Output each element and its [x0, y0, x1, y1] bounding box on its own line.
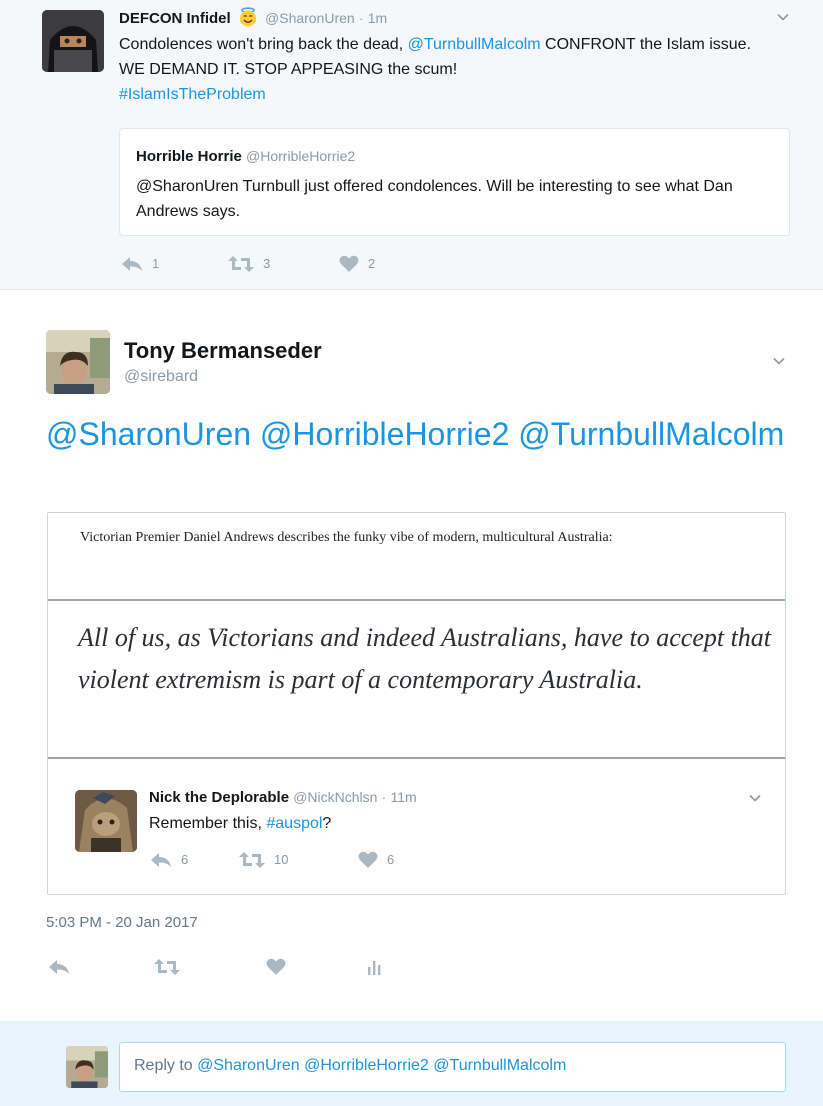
divider [48, 757, 785, 759]
quoted-tweet[interactable]: Horrible Horrie @HorribleHorrie2 @Sharon… [119, 128, 790, 236]
attached-image[interactable]: Victorian Premier Daniel Andrews describ… [47, 512, 786, 895]
like-button[interactable] [266, 958, 366, 975]
embedded-author-handle: @NickNchlsn [293, 789, 378, 805]
halo-smile-emoji-icon [238, 7, 258, 27]
chevron-down-icon[interactable] [772, 354, 786, 368]
retweet-count: 10 [274, 852, 289, 867]
image-caption: Victorian Premier Daniel Andrews describ… [80, 530, 613, 545]
reply-button[interactable]: 1 [121, 256, 228, 272]
meta-separator: · [381, 789, 387, 805]
hashtag-link[interactable]: #IslamIsTheProblem [119, 86, 266, 103]
embedded-text-start: Remember this, [149, 815, 267, 832]
hashtag-link: #auspol [266, 815, 323, 832]
embedded-tweet-text: Remember this, #auspol? [149, 813, 331, 835]
embedded-tweet-time: 11m [390, 789, 417, 805]
mention-link[interactable]: @TurnbullMalcolm [408, 36, 541, 53]
heart-icon [358, 851, 378, 868]
like-count: 6 [387, 852, 395, 867]
retweet-icon [239, 851, 265, 868]
quoted-header: Horrible Horrie @HorribleHorrie2 [136, 148, 355, 165]
author-name[interactable]: Tony Bermanseder [124, 338, 322, 364]
embedded-text-end: ? [322, 815, 332, 832]
heart-icon [339, 255, 359, 272]
reply-button[interactable] [48, 959, 154, 975]
heart-icon [266, 958, 286, 975]
embedded-tweet-header: Nick the Deplorable @NickNchlsn · 11m [149, 789, 417, 806]
reply-count: 6 [181, 852, 189, 867]
avatar[interactable] [46, 330, 110, 394]
retweet-icon [228, 255, 254, 272]
avatar[interactable] [42, 10, 104, 72]
reply-count: 1 [152, 256, 160, 271]
like-count: 2 [368, 256, 376, 271]
tweet-header: DEFCON Infidel @SharonUren · 1m [119, 7, 387, 27]
embedded-author-name: Nick the Deplorable [149, 789, 290, 806]
author-handle[interactable]: @SharonUren [265, 10, 355, 26]
tweet-actions: 1 3 2 [121, 255, 375, 272]
retweet-button[interactable]: 3 [228, 255, 339, 272]
reply-icon [122, 256, 142, 271]
divider [48, 599, 785, 601]
reply-mentions: @SharonUren @HorribleHorrie2 @TurnbullMa… [197, 1057, 567, 1074]
quoted-author-name: Horrible Horrie [136, 148, 242, 165]
tweet-actions [48, 958, 382, 975]
tweet-mentions[interactable]: @SharonUren @HorribleHorrie2 @TurnbullMa… [46, 414, 786, 454]
embedded-reply: 6 [150, 852, 239, 868]
retweet-count: 3 [263, 256, 271, 271]
reply-icon [49, 959, 69, 974]
tweet-time[interactable]: 1m [368, 10, 387, 26]
quoted-text: @SharonUren Turnbull just offered condol… [136, 178, 733, 220]
like-button[interactable]: 2 [339, 255, 375, 272]
parent-tweet[interactable]: DEFCON Infidel @SharonUren · 1m Condolen… [0, 0, 823, 290]
retweet-icon [154, 958, 180, 975]
meta-separator: · [358, 10, 364, 26]
embedded-like: 6 [358, 851, 394, 868]
quoted-author-handle: @HorribleHorrie2 [246, 148, 356, 164]
embedded-tweet-actions: 6 10 6 [150, 851, 394, 868]
retweet-button[interactable] [154, 958, 266, 975]
author-handle[interactable]: @sirebard [124, 368, 198, 386]
avatar [66, 1046, 108, 1088]
reply-composer: Reply to @SharonUren @HorribleHorrie2 @T… [0, 1021, 823, 1106]
analytics-button[interactable] [366, 959, 382, 975]
chevron-down-icon[interactable] [776, 10, 790, 24]
reply-icon [151, 852, 171, 867]
tweet-text: Condolences won't bring back the dead, @… [119, 32, 769, 107]
reply-input[interactable]: Reply to @SharonUren @HorribleHorrie2 @T… [119, 1042, 786, 1092]
tweet-timestamp[interactable]: 5:03 PM - 20 Jan 2017 [46, 914, 198, 931]
avatar [75, 790, 137, 852]
embedded-retweet: 10 [239, 851, 358, 868]
image-quote: All of us, as Victorians and indeed Aust… [78, 623, 772, 694]
analytics-icon [368, 960, 381, 975]
chevron-down-icon [749, 794, 761, 802]
reply-placeholder: Reply to [134, 1057, 198, 1074]
author-name[interactable]: DEFCON Infidel [119, 10, 231, 27]
tweet-text-start: Condolences won't bring back the dead, [119, 36, 408, 53]
